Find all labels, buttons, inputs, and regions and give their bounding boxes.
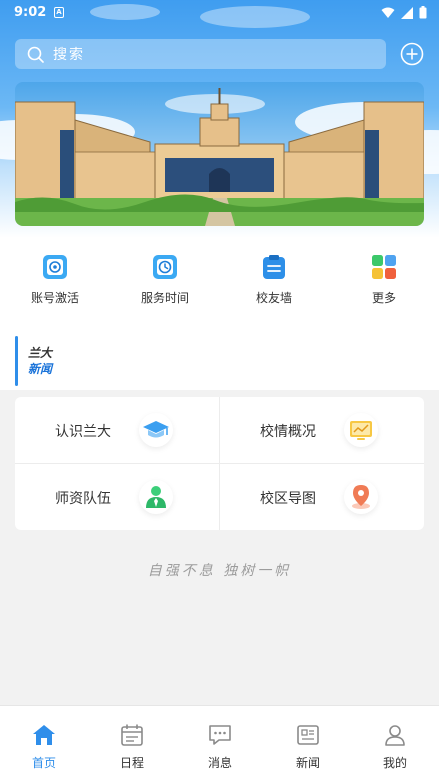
quick-action-service-time[interactable]: 服务时间 [115, 254, 215, 306]
grid-item-about[interactable]: 认识兰大 [15, 397, 219, 463]
news-section-header[interactable]: 兰大 新闻 [0, 320, 439, 390]
banner-image[interactable] [15, 82, 424, 226]
grid-item-faculty[interactable]: 师资队伍 [15, 464, 219, 530]
grid-item-label: 校情概况 [260, 424, 316, 440]
overview-chart-icon [350, 421, 372, 440]
grid-icon-wrap [344, 413, 378, 447]
quick-actions: 账号激活 服务时间 校友墙 更多 [0, 238, 439, 320]
quick-action-label: 校友墙 [255, 291, 292, 305]
grid-item-campus-map[interactable]: 校区导图 [220, 464, 424, 530]
more-apps-icon [372, 255, 396, 279]
quick-action-label: 服务时间 [140, 291, 189, 305]
grid-icon-wrap [139, 480, 173, 514]
calendar-icon [121, 724, 143, 746]
grid-item-label: 校区导图 [260, 491, 316, 507]
wifi-icon [381, 7, 395, 18]
message-icon [209, 725, 231, 745]
grid-item-label: 认识兰大 [55, 424, 111, 440]
faculty-icon [146, 486, 166, 508]
service-time-icon [153, 255, 177, 279]
quick-action-label: 更多 [371, 291, 396, 305]
grid-icon-wrap [344, 480, 378, 514]
tab-label: 我的 [382, 756, 407, 770]
map-pin-icon [352, 485, 370, 509]
account-activate-icon [43, 255, 67, 279]
tab-messages[interactable]: 消息 [176, 706, 264, 780]
bottom-tab-bar: 首页 日程 消息 新闻 我的 [0, 705, 439, 780]
tab-label: 首页 [31, 756, 56, 770]
search-placeholder: 搜索 [53, 47, 85, 63]
tab-label: 消息 [207, 756, 232, 770]
university-motto: 自强不息 独树一帜 [147, 563, 292, 579]
tab-label: 日程 [119, 756, 144, 770]
quick-action-account-activate[interactable]: 账号激活 [5, 254, 105, 306]
search-input[interactable]: 搜索 [15, 39, 386, 69]
status-bar: 9:02 A [0, 0, 439, 26]
home-icon [33, 725, 55, 745]
news-icon [297, 725, 319, 745]
news-title-line2: 新闻 [28, 362, 53, 376]
campus-building-illustration [15, 82, 424, 226]
search-icon [27, 46, 44, 63]
profile-icon [385, 725, 405, 746]
tab-profile[interactable]: 我的 [351, 706, 439, 780]
status-time: 9:02 [14, 5, 47, 20]
tab-news[interactable]: 新闻 [264, 706, 352, 780]
quick-action-label: 账号激活 [30, 291, 79, 305]
news-title-line1: 兰大 [28, 346, 53, 360]
tab-label: 新闻 [295, 756, 320, 770]
alumni-wall-icon [263, 255, 285, 279]
tab-schedule[interactable]: 日程 [88, 706, 176, 780]
news-accent-bar [15, 336, 18, 386]
status-icons [381, 6, 427, 19]
quick-action-more[interactable]: 更多 [334, 254, 434, 306]
battery-icon [419, 6, 427, 19]
signal-icon [401, 6, 413, 19]
grid-icon-wrap [139, 413, 173, 447]
notification-icon: A [54, 7, 64, 18]
feature-grid: 认识兰大 校情概况 师资队伍 校区导图 [15, 397, 424, 530]
grid-item-label: 师资队伍 [55, 491, 111, 507]
tab-home[interactable]: 首页 [0, 706, 88, 780]
graduation-cap-icon [143, 421, 169, 438]
quick-action-alumni-wall[interactable]: 校友墙 [224, 254, 324, 306]
grid-item-overview[interactable]: 校情概况 [220, 397, 424, 463]
add-icon[interactable] [400, 42, 424, 66]
